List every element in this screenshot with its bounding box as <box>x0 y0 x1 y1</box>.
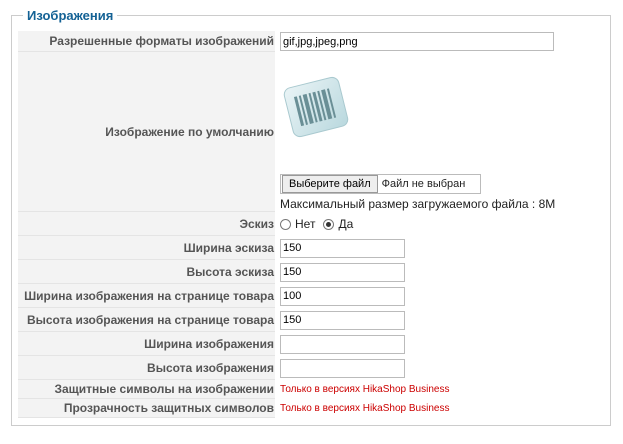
thumbnail-height-input[interactable] <box>280 262 405 282</box>
radio-yes-label: Да <box>338 217 354 231</box>
row-thumbnail-width: Ширина эскиза <box>18 236 603 260</box>
allowed-formats-input[interactable] <box>280 32 554 51</box>
row-allowed-formats: Разрешенные форматы изображений <box>18 31 603 52</box>
row-image-width: Ширина изображения <box>18 332 603 356</box>
no-file-text: Файл не выбран <box>381 178 466 190</box>
image-width-label: Ширина изображения <box>18 332 275 356</box>
row-product-image-height: Высота изображения на странице товара <box>18 308 603 332</box>
product-image-height-label: Высота изображения на странице товара <box>18 308 275 332</box>
watermark-opacity-label: Прозрачность защитных символов <box>18 399 275 418</box>
row-thumbnail-height: Высота эскиза <box>18 260 603 284</box>
radio-no-label: Нет <box>295 217 316 231</box>
row-default-image: Изображение по умолчанию Выберите файл Ф… <box>18 52 603 212</box>
row-watermark-opacity: Прозрачность защитных символов Только в … <box>18 399 603 418</box>
row-watermark: Защитные символы на изображении Только в… <box>18 380 603 399</box>
choose-file-button[interactable]: Выберите файл <box>282 175 378 193</box>
watermark-opacity-note: Только в версиях HikaShop Business <box>280 403 450 414</box>
radio-no[interactable] <box>280 218 291 230</box>
row-product-image-width: Ширина изображения на странице товара <box>18 284 603 308</box>
file-upload: Выберите файл Файл не выбран <box>280 174 481 194</box>
image-height-input[interactable] <box>280 358 405 378</box>
thumbnail-width-label: Ширина эскиза <box>18 236 275 260</box>
product-image-width-input[interactable] <box>280 286 405 306</box>
section-title: Изображения <box>27 8 114 23</box>
row-image-height: Высота изображения <box>18 356 603 380</box>
row-thumbnail: Эскиз Нет Да <box>18 212 603 236</box>
default-image-label: Изображение по умолчанию <box>18 52 275 212</box>
radio-yes[interactable] <box>323 218 335 230</box>
image-width-input[interactable] <box>280 334 405 354</box>
allowed-formats-label: Разрешенные форматы изображений <box>18 31 275 52</box>
watermark-note: Только в версиях HikaShop Business <box>280 384 450 395</box>
thumbnail-width-input[interactable] <box>280 238 405 258</box>
max-upload-size: Максимальный размер загружаемого файла :… <box>280 197 556 211</box>
barcode-icon <box>283 76 349 138</box>
product-image-height-input[interactable] <box>280 310 405 330</box>
watermark-label: Защитные символы на изображении <box>18 380 275 399</box>
thumbnail-height-label: Высота эскиза <box>18 260 275 284</box>
product-image-width-label: Ширина изображения на странице товара <box>18 284 275 308</box>
image-height-label: Высота изображения <box>18 356 275 380</box>
thumbnail-label: Эскиз <box>18 212 275 236</box>
